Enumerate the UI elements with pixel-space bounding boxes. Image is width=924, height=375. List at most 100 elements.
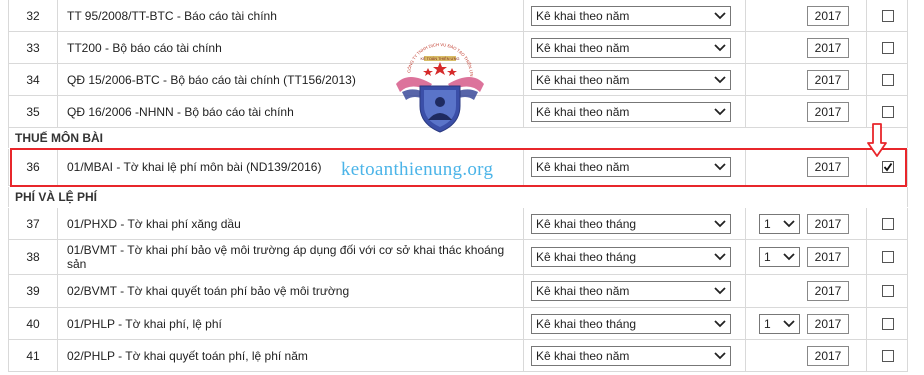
declaration-type-value: Kê khai theo năm: [536, 8, 630, 23]
chevron-down-icon: [713, 9, 727, 23]
select-checkbox[interactable]: [882, 349, 894, 362]
form-name: 01/BVMT - Tờ khai phí bảo vệ môi trường …: [58, 240, 524, 274]
table-row: 38 01/BVMT - Tờ khai phí bảo vệ môi trườn…: [8, 240, 908, 275]
table-row: 41 02/PHLP - Tờ khai quyết toán phí, lệ p…: [8, 340, 908, 372]
select-checkbox[interactable]: [882, 285, 894, 297]
watermark-text: ketoanthienung.org: [341, 159, 494, 180]
month-cell: 1: [746, 308, 807, 339]
year-cell: 2017: [807, 149, 867, 185]
month-cell: [746, 275, 807, 307]
declaration-type-value: Kê khai theo tháng: [536, 316, 637, 331]
logo-banner-text: KẾ TOÁN THIÊN ƯNG: [421, 56, 460, 61]
select-cell: [867, 275, 909, 307]
year-input[interactable]: 2017: [807, 37, 849, 58]
row-number: 34: [9, 64, 58, 95]
chevron-down-icon: [782, 250, 796, 264]
checkmark-icon: [883, 162, 893, 172]
declaration-type-value: Kê khai theo năm: [536, 72, 630, 87]
declaration-type-select[interactable]: Kê khai theo tháng: [531, 247, 731, 267]
declaration-type-select[interactable]: Kê khai theo năm: [531, 281, 731, 301]
declaration-type-select[interactable]: Kê khai theo tháng: [531, 313, 731, 334]
declaration-type-value: Kê khai theo năm: [536, 284, 630, 298]
year-input[interactable]: 2017: [807, 157, 849, 177]
chevron-down-icon: [713, 284, 727, 298]
year-cell: 2017: [807, 0, 867, 31]
declaration-type-value: Kê khai theo năm: [536, 348, 630, 363]
chevron-down-icon: [782, 317, 796, 331]
declaration-type-cell: Kê khai theo tháng: [524, 208, 746, 239]
month-select[interactable]: 1: [759, 247, 800, 267]
chevron-down-icon: [713, 41, 727, 55]
select-checkbox[interactable]: [882, 73, 894, 86]
month-select[interactable]: 1: [759, 313, 800, 334]
select-checkbox[interactable]: [882, 251, 894, 263]
month-value: 1: [764, 216, 771, 231]
row-number: 39: [9, 275, 58, 307]
table-row: 32 TT 95/2008/TT-BTC - Báo cáo tài chính K…: [8, 0, 908, 32]
row-number: 36: [9, 149, 58, 185]
down-arrow-icon: [867, 123, 887, 157]
declaration-type-select[interactable]: Kê khai theo năm: [531, 5, 731, 26]
chevron-down-icon: [782, 217, 796, 231]
form-name: 01/PHXD - Tờ khai phí xăng dầu: [58, 208, 524, 239]
month-cell: [746, 0, 807, 31]
year-input[interactable]: 2017: [807, 247, 849, 267]
declaration-type-cell: Kê khai theo năm: [524, 64, 746, 95]
month-cell: 1: [746, 208, 807, 239]
table-row: 40 01/PHLP - Tờ khai phí, lệ phí Kê khai t…: [8, 308, 908, 340]
declaration-type-value: Kê khai theo tháng: [536, 216, 637, 231]
declaration-type-cell: Kê khai theo năm: [524, 0, 746, 31]
select-cell: [867, 32, 909, 63]
month-select[interactable]: 1: [759, 213, 800, 234]
year-input[interactable]: 2017: [807, 213, 849, 234]
select-checkbox[interactable]: [882, 41, 894, 54]
declaration-type-value: Kê khai theo năm: [536, 40, 630, 55]
row-number: 32: [9, 0, 58, 31]
declaration-type-select[interactable]: Kê khai theo năm: [531, 157, 731, 177]
chevron-down-icon: [713, 217, 727, 231]
chevron-down-icon: [713, 73, 727, 87]
month-cell: [746, 32, 807, 63]
select-checkbox[interactable]: [882, 105, 894, 118]
year-input[interactable]: 2017: [807, 69, 849, 90]
chevron-down-icon: [713, 105, 727, 119]
year-input[interactable]: 2017: [807, 281, 849, 301]
select-checkbox[interactable]: [882, 161, 894, 173]
declaration-type-value: Kê khai theo năm: [536, 160, 630, 174]
year-input[interactable]: 2017: [807, 345, 849, 366]
declaration-type-select[interactable]: Kê khai theo năm: [531, 101, 731, 122]
select-cell: [867, 340, 909, 371]
declaration-type-select[interactable]: Kê khai theo tháng: [531, 213, 731, 234]
declaration-type-cell: Kê khai theo tháng: [524, 308, 746, 339]
year-cell: 2017: [807, 240, 867, 274]
chevron-down-icon: [713, 349, 727, 363]
month-value: 1: [764, 250, 771, 264]
declaration-type-select[interactable]: Kê khai theo năm: [531, 37, 731, 58]
select-cell: [867, 308, 909, 339]
select-checkbox[interactable]: [882, 217, 894, 230]
declaration-type-cell: Kê khai theo năm: [524, 275, 746, 307]
section-phi-le-phi: PHÍ VÀ LỆ PHÍ: [8, 187, 908, 207]
month-cell: [746, 96, 807, 127]
declaration-type-select[interactable]: Kê khai theo năm: [531, 69, 731, 90]
form-name: 02/PHLP - Tờ khai quyết toán phí, lệ phí…: [58, 340, 524, 371]
select-cell: [867, 208, 909, 239]
row-number: 41: [9, 340, 58, 371]
select-cell: [867, 240, 909, 274]
declaration-type-cell: Kê khai theo năm: [524, 32, 746, 63]
select-checkbox[interactable]: [882, 9, 894, 22]
year-input[interactable]: 2017: [807, 5, 849, 26]
row-number: 37: [9, 208, 58, 239]
eagle-shield-logo: CÔNG TY TNHH DỊCH VỤ ĐÀO TẠO THIÊN ƯNG K…: [388, 40, 484, 133]
table-row: 39 02/BVMT - Tờ khai quyết toán phí bảo v…: [8, 275, 908, 308]
year-cell: 2017: [807, 308, 867, 339]
month-value: 1: [764, 316, 771, 331]
year-input[interactable]: 2017: [807, 101, 849, 122]
row-number: 35: [9, 96, 58, 127]
declaration-type-select[interactable]: Kê khai theo năm: [531, 345, 731, 366]
chevron-down-icon: [713, 160, 727, 174]
declaration-type-cell: Kê khai theo năm: [524, 96, 746, 127]
year-cell: 2017: [807, 96, 867, 127]
select-checkbox[interactable]: [882, 317, 894, 330]
year-input[interactable]: 2017: [807, 313, 849, 334]
